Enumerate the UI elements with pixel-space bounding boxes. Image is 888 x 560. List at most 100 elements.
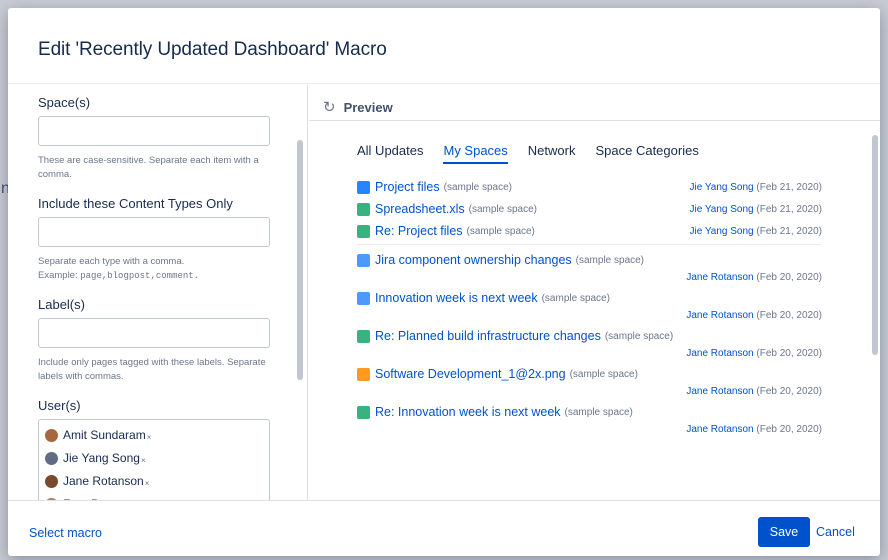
content-types-help-prefix: Example: xyxy=(38,270,81,281)
user-pill[interactable]: Amit Sundaram × xyxy=(45,425,263,445)
space-input[interactable] xyxy=(38,116,270,146)
update-meta: Jane Rotanson (Feb 20, 2020) xyxy=(686,348,822,359)
select-macro-link[interactable]: Select macro xyxy=(29,526,102,540)
content-types-input[interactable] xyxy=(38,217,270,247)
user-pill[interactable]: Jie Yang Song × xyxy=(45,448,263,468)
update-author-link[interactable]: Jie Yang Song xyxy=(689,182,753,193)
preview-title: Preview xyxy=(343,99,393,115)
remove-user-icon[interactable]: × xyxy=(141,456,146,465)
labels-input[interactable] xyxy=(38,318,270,348)
content-types-field-group: Include these Content Types Only Separat… xyxy=(38,196,278,283)
update-space: (sample space) xyxy=(541,292,610,304)
macro-parameters-pane[interactable]: Space(s) These are case-sensitive. Separ… xyxy=(8,85,308,500)
update-item: Re: Project files (sample space) Jie Yang … xyxy=(357,224,822,245)
update-item: Re: Innovation week is next week (sample … xyxy=(357,405,822,435)
refresh-icon[interactable]: ↻ xyxy=(323,98,336,116)
space-help: These are case-sensitive. Separate each … xyxy=(38,155,259,180)
update-space: (sample space) xyxy=(468,203,537,215)
update-title-link[interactable]: Jira component ownership changes xyxy=(375,253,572,267)
update-item: Project files (sample space) Jie Yang Song… xyxy=(357,180,822,194)
update-item: Spreadsheet.xls (sample space) Jie Yang So… xyxy=(357,202,822,216)
update-meta: Jane Rotanson (Feb 20, 2020) xyxy=(686,386,822,397)
update-space: (sample space) xyxy=(466,225,535,237)
user-pill[interactable]: Jane Rotanson × xyxy=(45,471,263,491)
user-name: Amit Sundaram xyxy=(63,428,146,442)
avatar xyxy=(45,428,58,442)
users-picker[interactable]: Amit Sundaram × Jie Yang Song × Jane Rotanso… xyxy=(38,419,270,500)
updates-list: Project files (sample space) Jie Yang Song… xyxy=(357,180,880,435)
update-item: Re: Planned build infrastructure changes… xyxy=(357,329,822,359)
update-space: (sample space) xyxy=(564,406,633,418)
update-title-link[interactable]: Innovation week is next week xyxy=(375,291,538,305)
users-label: User(s) xyxy=(38,398,81,413)
update-date: (Feb 21, 2020) xyxy=(756,225,822,237)
update-author-link[interactable]: Jane Rotanson xyxy=(686,386,753,397)
space-label: Space(s) xyxy=(38,95,91,110)
update-date: (Feb 21, 2020) xyxy=(756,203,822,215)
content-types-help: Separate each type with a comma. Example… xyxy=(38,255,278,283)
space-field-group: Space(s) These are case-sensitive. Separ… xyxy=(38,95,278,182)
update-meta: Jane Rotanson (Feb 20, 2020) xyxy=(686,272,822,283)
avatar xyxy=(45,451,58,465)
labels-field-group: Label(s) Include only pages tagged with … xyxy=(38,297,278,384)
update-author-link[interactable]: Jie Yang Song xyxy=(689,226,753,237)
update-meta: Jie Yang Song (Feb 21, 2020) xyxy=(689,182,822,193)
update-space: (sample space) xyxy=(443,181,512,193)
update-title-link[interactable]: Re: Project files xyxy=(375,224,463,238)
update-space: (sample space) xyxy=(604,330,674,342)
tab-all-updates[interactable]: All Updates xyxy=(357,143,423,168)
save-button[interactable]: Save xyxy=(758,517,810,547)
cancel-button[interactable]: Cancel xyxy=(816,525,855,539)
update-author-link[interactable]: Jie Yang Song xyxy=(689,204,753,215)
user-name: Jie Yang Song xyxy=(63,451,140,465)
blog-icon xyxy=(357,253,370,267)
update-date: (Feb 20, 2020) xyxy=(756,424,822,435)
tab-my-spaces[interactable]: My Spaces xyxy=(443,143,507,168)
update-space: (sample space) xyxy=(569,368,638,380)
image-icon xyxy=(357,367,370,381)
comment-icon xyxy=(357,224,370,238)
avatar xyxy=(45,474,58,488)
tab-network[interactable]: Network xyxy=(528,143,576,168)
update-date: (Feb 20, 2020) xyxy=(756,348,822,359)
page-icon xyxy=(357,180,370,194)
update-author-link[interactable]: Jane Rotanson xyxy=(686,348,753,359)
update-author-link[interactable]: Jane Rotanson xyxy=(686,272,753,283)
update-meta: Jane Rotanson (Feb 20, 2020) xyxy=(686,310,822,321)
update-title-link[interactable]: Re: Planned build infrastructure changes xyxy=(375,329,601,343)
update-meta: Jane Rotanson (Feb 20, 2020) xyxy=(686,424,822,435)
update-item: Innovation week is next week (sample spac… xyxy=(357,291,822,321)
macro-dialog: Edit 'Recently Updated Dashboard' Macro … xyxy=(8,8,880,556)
users-field-group: User(s) Amit Sundaram × Jie Yang Song × Jane… xyxy=(38,398,278,500)
labels-label: Label(s) xyxy=(38,297,85,312)
remove-user-icon[interactable]: × xyxy=(147,433,152,442)
update-date: (Feb 20, 2020) xyxy=(756,310,822,321)
update-space: (sample space) xyxy=(575,254,645,266)
update-title-link[interactable]: Software Development_1@2x.png xyxy=(375,367,566,381)
comment-icon xyxy=(357,329,370,343)
preview-tabs: All Updates My Spaces Network Space Categor… xyxy=(357,143,880,168)
update-meta: Jie Yang Song (Feb 21, 2020) xyxy=(689,226,822,237)
update-item: Software Development_1@2x.png (sample spa… xyxy=(357,367,822,397)
comment-icon xyxy=(357,405,370,419)
content-types-label: Include these Content Types Only xyxy=(38,196,233,211)
left-scrollbar[interactable] xyxy=(297,140,303,380)
update-author-link[interactable]: Jane Rotanson xyxy=(686,424,753,435)
dialog-title: Edit 'Recently Updated Dashboard' Macro xyxy=(38,39,387,60)
remove-user-icon[interactable]: × xyxy=(145,479,150,488)
update-item: Jira component ownership changes (sample … xyxy=(357,253,822,283)
update-date: (Feb 20, 2020) xyxy=(756,386,822,397)
update-title-link[interactable]: Spreadsheet.xls xyxy=(375,202,465,216)
update-title-link[interactable]: Project files xyxy=(375,180,440,194)
dialog-footer: Select macro Save Cancel xyxy=(8,500,880,556)
update-date: (Feb 21, 2020) xyxy=(756,181,822,193)
update-title-link[interactable]: Re: Innovation week is next week xyxy=(375,405,561,419)
preview-header: ↻ Preview xyxy=(309,85,880,121)
blog-icon xyxy=(357,291,370,305)
content-types-help-example: page,blogpost,comment. xyxy=(80,271,200,281)
tab-space-categories[interactable]: Space Categories xyxy=(595,143,698,168)
labels-help: Include only pages tagged with these lab… xyxy=(38,357,266,382)
content-types-help-line: Separate each type with a comma. xyxy=(38,256,185,267)
update-author-link[interactable]: Jane Rotanson xyxy=(686,310,753,321)
preview-scrollbar[interactable] xyxy=(872,135,878,355)
